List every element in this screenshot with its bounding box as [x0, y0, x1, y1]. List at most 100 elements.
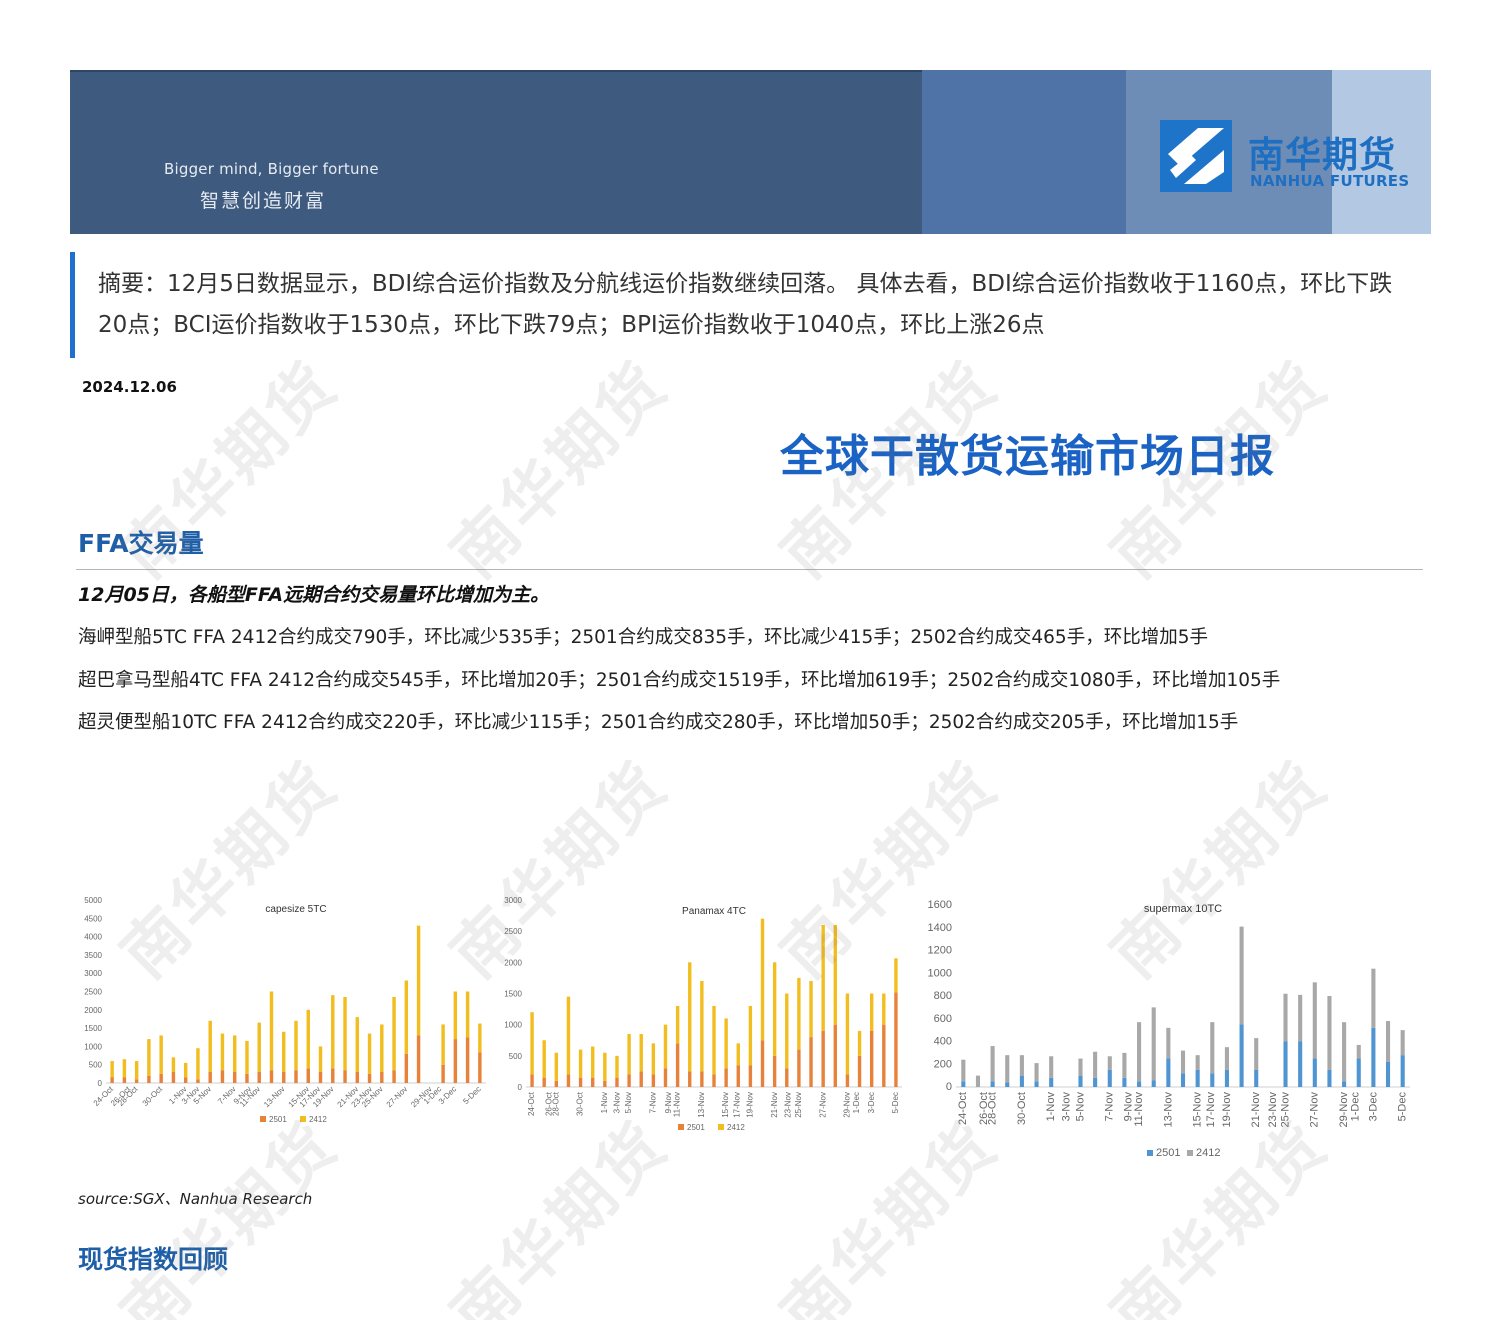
bar-2501 — [453, 1039, 458, 1083]
x-tick-label: 30-Oct — [576, 1091, 585, 1116]
bar-2501 — [712, 1074, 716, 1087]
watermark: 南华期货 — [437, 347, 683, 593]
bar-2412 — [122, 1059, 127, 1078]
bar-2412 — [833, 924, 837, 1025]
bar-2501 — [282, 1072, 286, 1083]
bar-2501 — [1283, 1041, 1288, 1087]
bar-2501 — [1034, 1081, 1039, 1087]
bar-2501 — [171, 1072, 176, 1083]
x-tick-label: 29-Nov — [1338, 1092, 1350, 1128]
bar-2501 — [663, 1068, 668, 1087]
bar-2501 — [785, 1068, 789, 1087]
legend-label: 2412 — [309, 1115, 327, 1124]
bar-2501 — [809, 1037, 813, 1087]
slogan-english: Bigger mind, Bigger fortune — [164, 160, 379, 178]
bar-2412 — [736, 1043, 740, 1066]
bar-2412 — [306, 1009, 310, 1069]
bar-2412 — [797, 977, 801, 1050]
bar-2412 — [675, 1005, 680, 1044]
y-tick-label: 1000 — [84, 1042, 102, 1051]
bar-2501 — [232, 1072, 237, 1083]
legend-swatch-2501 — [260, 1116, 266, 1122]
bar-2412 — [845, 993, 850, 1075]
x-tick-label: 17-Nov — [732, 1092, 741, 1118]
bar-2412 — [639, 1034, 643, 1072]
bar-2501 — [318, 1072, 323, 1083]
y-tick-label: 2000 — [504, 958, 522, 967]
bar-2501 — [269, 1070, 274, 1083]
bar-2501 — [554, 1080, 559, 1087]
bar-2501 — [833, 1024, 837, 1087]
bar-2501 — [651, 1074, 656, 1087]
x-tick-label: 30-Oct — [1016, 1092, 1028, 1125]
x-tick-label: 23-Nov — [1267, 1092, 1279, 1128]
bar-2412 — [785, 993, 789, 1069]
bar-2501 — [392, 1070, 396, 1083]
bar-2501 — [1151, 1080, 1156, 1087]
chart-title: Panamax 4TC — [682, 906, 746, 917]
bar-2501 — [147, 1075, 151, 1083]
supramax-volume-line: 超灵便型船10TC FFA 2412合约成交220手，环比减少115手；2501… — [78, 712, 1239, 733]
bar-2501 — [894, 992, 898, 1087]
y-tick-label: 2500 — [84, 988, 102, 997]
x-tick-label: 27-Nov — [1309, 1092, 1321, 1128]
x-tick-label: 3-Dec — [1367, 1092, 1379, 1122]
x-tick-label: 13-Nov — [262, 1085, 287, 1110]
legend-label: 2412 — [1196, 1147, 1220, 1159]
bar-2501 — [591, 1077, 595, 1087]
bar-2412 — [1180, 1050, 1186, 1074]
bar-2501 — [1122, 1077, 1127, 1087]
bar-2412 — [724, 1018, 728, 1069]
logo-name-chinese: 南华期货 — [1248, 135, 1397, 176]
bar-2501 — [1254, 1069, 1259, 1087]
x-tick-label: 7-Nov — [1104, 1092, 1116, 1122]
bar-2501 — [1137, 1081, 1142, 1087]
y-tick-label: 1500 — [84, 1024, 102, 1033]
source-note: source:SGX、Nanhua Research — [78, 1190, 313, 1208]
bar-2412 — [245, 1040, 249, 1074]
x-tick-label: 11-Nov — [673, 1092, 682, 1117]
bar-2412 — [1239, 926, 1244, 1025]
bar-2501 — [465, 1037, 470, 1083]
bar-2501 — [404, 1053, 409, 1083]
bar-2412 — [542, 1040, 546, 1078]
bar-2412 — [1107, 1056, 1112, 1070]
y-tick-label: 800 — [934, 990, 952, 1002]
panamax-4tc-chart: Panamax 4TC 0 500 1000 1500 2000 2500 3000 24-Oc… — [504, 896, 902, 1132]
y-tick-label: 1400 — [928, 922, 952, 934]
bar-2501 — [1371, 1027, 1376, 1087]
legend-label: 2501 — [687, 1123, 705, 1132]
y-tick-label: 600 — [934, 1013, 952, 1025]
bar-2501 — [615, 1077, 619, 1087]
bar-2501 — [1342, 1081, 1347, 1087]
y-tick-label: 0 — [946, 1081, 952, 1093]
bar-2412 — [857, 1030, 862, 1056]
bar-2412 — [591, 1046, 595, 1078]
bar-2412 — [355, 1017, 360, 1073]
bar-2501 — [772, 1055, 777, 1087]
bar-2412 — [869, 993, 874, 1031]
header-banner: Bigger mind, Bigger fortune 智慧创造财富 南华期货 … — [70, 70, 1431, 234]
bar-2412 — [110, 1061, 114, 1078]
bar-2501 — [1327, 1069, 1332, 1087]
bar-2501 — [869, 1030, 874, 1087]
bar-2412 — [367, 1033, 372, 1074]
legend-swatch-2501 — [678, 1124, 684, 1130]
bar-2501 — [183, 1077, 188, 1083]
y-tick-label: 3000 — [504, 896, 522, 905]
section-title-spot-index: 现货指数回顾 — [78, 1245, 229, 1274]
bar-2501 — [1005, 1082, 1010, 1087]
x-tick-label: 15-Nov — [721, 1092, 730, 1118]
y-tick-label: 3000 — [84, 969, 102, 978]
y-tick-label: 4500 — [84, 914, 102, 923]
bar-2412 — [627, 1034, 631, 1075]
bar-2412 — [1019, 1055, 1024, 1076]
bar-2501 — [1049, 1077, 1054, 1087]
bar-2412 — [1005, 1055, 1010, 1083]
bar-2412 — [1137, 1022, 1142, 1082]
bar-2412 — [712, 1005, 716, 1075]
x-tick-label: 1-Dec — [852, 1092, 861, 1113]
bar-2412 — [894, 958, 898, 993]
bar-2501 — [367, 1073, 372, 1083]
bar-2412 — [578, 1049, 583, 1078]
